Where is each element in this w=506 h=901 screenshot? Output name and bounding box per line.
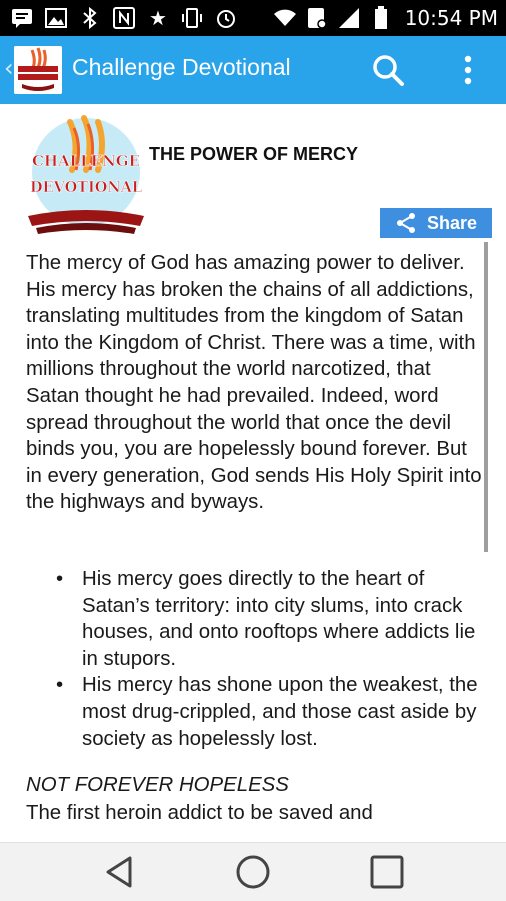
back-icon — [106, 856, 132, 888]
up-chevron-icon[interactable]: ‹ — [4, 54, 14, 82]
status-bar: ★ 10:54 PM — [0, 0, 506, 36]
logo-line-1: CHALLENGE — [32, 152, 140, 170]
vibrate-icon — [180, 6, 204, 30]
devotional-logo: CHALLENGE DEVOTIONAL — [22, 114, 150, 242]
share-icon — [396, 213, 415, 233]
scrollbar[interactable] — [484, 242, 488, 552]
share-label: Share — [426, 212, 478, 233]
search-button[interactable] — [368, 50, 408, 90]
list-item-text: His mercy has shone upon the weakest, th… — [82, 674, 478, 750]
home-icon — [236, 855, 270, 889]
system-icons: 10:54 PM — [273, 5, 498, 31]
article-content[interactable]: CHALLENGE DEVOTIONAL THE POWER OF MERCY … — [0, 104, 506, 842]
article-paragraph: The mercy of God has amazing power to de… — [26, 252, 482, 514]
image-icon — [44, 6, 68, 30]
alarm-icon — [214, 6, 238, 30]
section-subheading: NOT FOREVER HOPELESS — [26, 774, 289, 796]
status-time: 10:54 PM — [404, 6, 498, 30]
app-title: Challenge Devotional — [72, 54, 291, 80]
data-icon — [305, 6, 329, 30]
star-icon: ★ — [149, 6, 167, 30]
message-icon — [10, 6, 34, 30]
bluetooth-icon — [78, 6, 102, 30]
bullet-dot: • — [56, 674, 64, 697]
list-item-text: His mercy goes directly to the heart of … — [82, 568, 476, 670]
more-vert-icon — [464, 55, 472, 85]
app-logo[interactable] — [14, 46, 62, 94]
nfc-icon — [112, 6, 136, 30]
article-tail-text: The first heroin addict to be saved and — [26, 802, 373, 824]
nav-back-button[interactable] — [100, 852, 140, 892]
battery-icon — [369, 6, 393, 30]
list-item: • His mercy goes directly to the heart of… — [26, 566, 482, 672]
nav-recents-button[interactable] — [367, 852, 407, 892]
navigation-bar — [0, 842, 506, 901]
signal-icon — [337, 6, 361, 30]
article-title: THE POWER OF MERCY — [149, 144, 359, 164]
bullet-dot: • — [56, 568, 64, 590]
recents-icon — [370, 855, 404, 889]
bullet-list: • His mercy goes directly to the heart of… — [26, 566, 482, 752]
logo-line-2: DEVOTIONAL — [30, 178, 142, 196]
wifi-icon — [273, 6, 297, 30]
notification-icons: ★ — [10, 5, 238, 31]
overflow-menu-button[interactable] — [448, 50, 488, 90]
app-bar: ‹ Challenge Devotional — [0, 36, 506, 104]
list-item: • His mercy has shone upon the weakest, t… — [26, 672, 482, 752]
search-icon — [373, 55, 404, 86]
nav-home-button[interactable] — [233, 852, 273, 892]
share-button[interactable]: Share — [380, 208, 492, 238]
